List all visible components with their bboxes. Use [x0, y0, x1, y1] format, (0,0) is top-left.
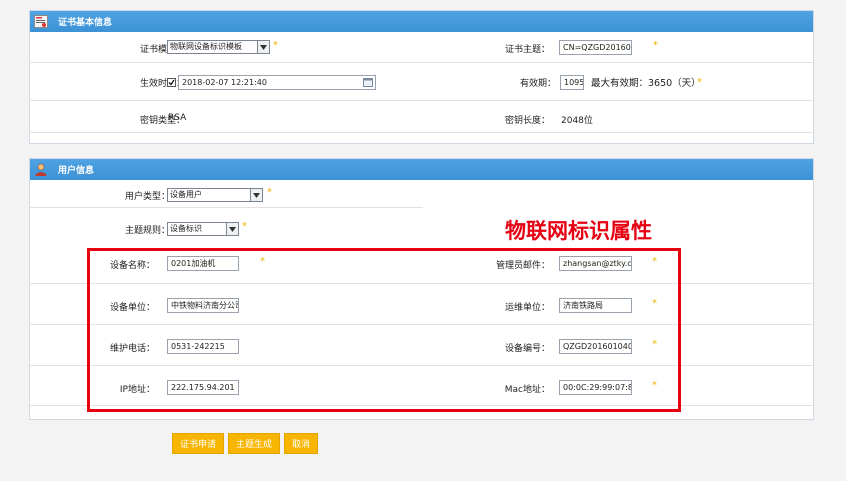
user-info-header: 用户信息 [30, 159, 813, 180]
chevron-down-icon [226, 223, 238, 235]
cert-apply-button[interactable]: 证书申请 [172, 433, 224, 454]
validity-input[interactable]: 1095 [560, 75, 584, 90]
validity-label: 有效期： [519, 79, 556, 89]
user-info-title: 用户信息 [58, 166, 95, 176]
cert-info-title: 证书基本信息 [58, 18, 113, 28]
iot-attributes-annotation: 物联网标识属性 [505, 219, 652, 243]
subject-rule-select-value: 设备标识 [170, 224, 202, 233]
certificate-icon [34, 15, 48, 28]
chevron-down-icon [257, 41, 269, 53]
template-select[interactable]: 物联网设备标识模板 [167, 40, 270, 54]
calendar-icon[interactable] [363, 77, 373, 89]
subject-label: 证书主题： [504, 45, 550, 55]
user-type-select[interactable]: 设备用户 [167, 188, 263, 202]
subject-input[interactable]: CN=QZGD2016010 [559, 40, 632, 55]
required-mark: * [697, 77, 702, 88]
valid-from-input[interactable]: 2018-02-07 12:21:40 [178, 75, 376, 90]
key-length-label: 密钥长度： [504, 116, 550, 126]
cert-info-header: 证书基本信息 [30, 11, 813, 32]
required-mark: * [242, 221, 247, 232]
cert-row-template: 证书模版： 物联网设备标识模板 * 证书主题： CN=QZGD2016010 * [30, 32, 813, 63]
cancel-button[interactable]: 取消 [284, 433, 318, 454]
template-select-value: 物联网设备标识模板 [170, 42, 242, 51]
iot-attributes-highlight [87, 248, 681, 412]
user-type-label: 用户类型： [124, 192, 170, 202]
required-mark: * [267, 187, 272, 198]
key-type-value: RSA [168, 113, 187, 123]
subject-generate-button[interactable]: 主题生成 [228, 433, 280, 454]
chevron-down-icon [250, 189, 262, 201]
user-row-type: 用户类型： 设备用户 * [30, 180, 423, 208]
user-row-rule: 主题规则： 设备标识 * [30, 208, 423, 242]
validity-max-text: 最大有效期：3650（天） [591, 78, 701, 89]
user-icon [34, 163, 48, 176]
key-length-value: 2048位 [561, 116, 593, 126]
cert-row-validity: 生效时间： 2018-02-07 12:21:40 有效期： 1095 最大有效… [30, 63, 813, 101]
cert-row-key: 密钥类型： RSA 密钥长度： 2048位 [30, 101, 813, 133]
required-mark: * [273, 40, 278, 51]
subject-rule-label: 主题规则： [124, 226, 170, 236]
valid-from-value: 2018-02-07 12:21:40 [182, 78, 267, 87]
valid-from-checkbox[interactable] [167, 78, 176, 87]
required-mark: * [653, 40, 658, 51]
user-type-select-value: 设备用户 [170, 190, 202, 199]
cert-info-panel: 证书基本信息 证书模版： 物联网设备标识模板 * 证书主题： CN=QZGD20… [29, 10, 814, 144]
subject-rule-select[interactable]: 设备标识 [167, 222, 239, 236]
